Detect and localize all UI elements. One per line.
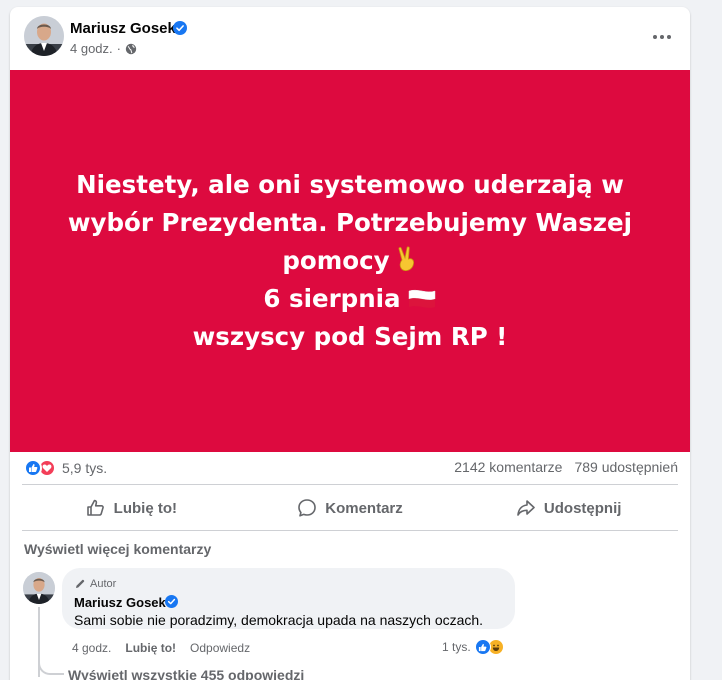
poland-flag-icon [408,289,435,308]
post-meta: 4 godz. · [70,41,137,56]
more-horizontal-icon [653,35,671,39]
banner-line-2: wybór Prezydenta. Potrzebujemy Waszej [67,208,633,237]
comment-label: Komentarz [325,499,403,517]
comment-meta: 4 godz. Lubię to! Odpowiedz [72,641,250,655]
post-more-button[interactable] [648,23,676,51]
banner-line-1: Niestety, ale oni systemowo uderzają w [76,170,624,199]
verified-badge-icon [173,21,187,35]
comment-author-name[interactable]: Mariusz Gosek [74,595,166,610]
banner-line-3: pomocy [50,242,650,280]
reply-thread-curve [38,647,64,675]
victory-hand-icon [398,246,414,272]
shares-count[interactable]: 789 udostępnień [574,459,678,475]
share-button[interactable]: Udostępnij [459,490,678,526]
like-button[interactable]: Lubię to! [22,490,241,526]
meta-separator: · [116,41,121,56]
share-icon [517,500,535,516]
comment-time[interactable]: 4 godz. [72,641,111,655]
reaction-summary[interactable]: 5,9 tys. [24,459,107,477]
view-all-replies-link[interactable]: Wyświetl wszystkie 455 odpowiedzi [68,667,304,680]
view-more-comments-link[interactable]: Wyświetl więcej komentarzy [24,541,211,557]
divider-top [22,484,678,485]
banner-line-4: 6 sierpnia [50,280,650,318]
comment-reply-button[interactable]: Odpowiedz [190,641,250,655]
stats-right: 2142 komentarze 789 udostępnień [454,459,678,475]
author-badge: Autor [74,578,116,590]
banner-line-4-text: 6 sierpnia [263,284,401,313]
comment-icon [298,499,317,517]
post-time[interactable]: 4 godz. [70,41,113,56]
comment-reactions[interactable]: 1 tys. [442,639,504,655]
like-reaction-icon [24,459,42,477]
comment-text: Sami sobie nie poradzimy, demokracja upa… [74,612,484,628]
post-image-banner[interactable]: Niestety, ale oni systemowo uderzają w w… [10,70,690,452]
like-label: Lubię to! [113,499,177,517]
banner-line-5: wszyscy pod Sejm RP ! [192,322,508,351]
verified-badge-icon [165,595,178,608]
comment-button[interactable]: Komentarz [241,490,460,526]
globe-icon [125,43,137,54]
author-avatar[interactable] [24,16,64,56]
action-bar: Lubię to! Komentarz Udostępnij [22,490,678,526]
post-stats: 5,9 tys. 2142 komentarze 789 udostępnień [10,456,690,482]
post-header: Mariusz Gosek 4 godz. · [10,7,690,69]
share-label: Udostępnij [543,499,622,517]
banner-line-3-text: pomocy [282,246,390,275]
banner-text: Niestety, ale oni systemowo uderzają w w… [50,166,650,356]
comment-bubble: Autor Mariusz Gosek Sami sobie nie porad… [62,568,515,629]
post-card: Mariusz Gosek 4 godz. · Niestety, ale on… [10,7,690,680]
comments-count[interactable]: 2142 komentarze [454,459,562,475]
divider-bottom [22,530,678,531]
comment-like-button[interactable]: Lubię to! [125,641,176,655]
like-reaction-icon [474,639,491,655]
thumbs-up-icon [86,499,104,516]
author-badge-label: Autor [90,578,117,590]
comment-reactions-count: 1 tys. [442,640,471,654]
reactions-count[interactable]: 5,9 tys. [62,460,107,476]
author-name[interactable]: Mariusz Gosek [70,20,176,37]
pencil-icon [76,579,85,588]
comment-author-avatar[interactable] [23,572,55,604]
